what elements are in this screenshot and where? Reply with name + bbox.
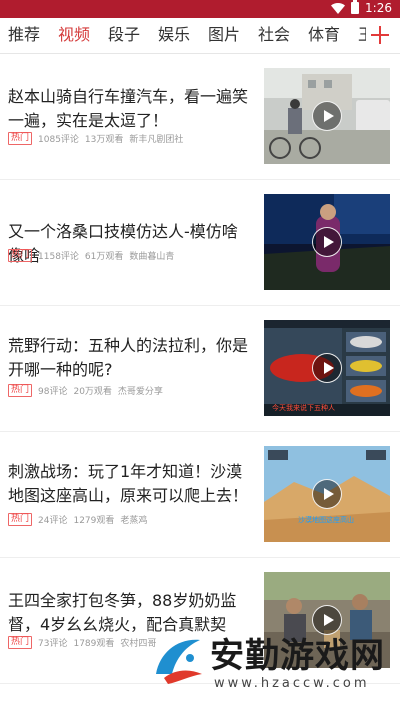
battery-icon bbox=[351, 0, 360, 14]
channel-tabs: 推荐 视频 段子 娱乐 图片 社会 体育 王 bbox=[0, 18, 366, 54]
watermark-url: www.hzaccw.com bbox=[214, 676, 370, 691]
thumb-caption: 沙漠地图这座高山 bbox=[298, 515, 354, 524]
tab-entertainment[interactable]: 娱乐 bbox=[158, 25, 190, 45]
view-count: 1789观看 bbox=[73, 638, 115, 649]
feed-item-meta: 热门 73评论 1789观看 农村四哥 bbox=[8, 635, 156, 649]
watermark-brand: 安勤游戏网 bbox=[210, 636, 385, 676]
feed-item-title[interactable]: 荒野行动：五种人的法拉利，你是开哪一种的呢? bbox=[8, 334, 253, 382]
source-name[interactable]: 老蒸鸡 bbox=[120, 513, 147, 526]
tab-pictures[interactable]: 图片 bbox=[208, 25, 240, 45]
video-thumbnail[interactable] bbox=[264, 68, 390, 164]
hot-badge: 热门 bbox=[8, 635, 33, 649]
feed-item-meta: 热门 1085评论 13万观看 新丰凡剧团社 bbox=[8, 131, 183, 145]
video-thumbnail[interactable] bbox=[264, 194, 390, 290]
feed-item[interactable]: 荒野行动：五种人的法拉利，你是开哪一种的呢? 热门 98评论 20万观看 杰哥爱… bbox=[0, 307, 400, 432]
tab-sports[interactable]: 体育 bbox=[308, 25, 340, 45]
comment-count: 73评论 bbox=[38, 638, 68, 649]
play-icon[interactable] bbox=[312, 227, 342, 257]
wifi-icon bbox=[331, 2, 346, 14]
feed-item-title[interactable]: 赵本山骑自行车撞汽车，看一遍笑一遍，实在是太逗了！ bbox=[8, 85, 253, 133]
hot-badge: 热门 bbox=[8, 512, 33, 526]
comment-count: 98评论 bbox=[38, 386, 68, 397]
site-watermark: 安勤游戏网 www.hzaccw.com bbox=[150, 626, 400, 710]
tab-recommend[interactable]: 推荐 bbox=[8, 25, 40, 45]
thumb-caption: 今天我来说下五种人 bbox=[272, 403, 335, 412]
source-name[interactable]: 杰哥爱分享 bbox=[118, 384, 163, 397]
hot-badge: 热门 bbox=[8, 131, 33, 145]
video-thumbnail[interactable]: 今天我来说下五种人 bbox=[264, 320, 390, 416]
play-icon[interactable] bbox=[312, 101, 342, 131]
view-count: 20万观看 bbox=[73, 386, 112, 397]
feed-item[interactable]: 赵本山骑自行车撞汽车，看一遍笑一遍，实在是太逗了！ 热门 1085评论 13万观… bbox=[0, 55, 400, 180]
play-icon[interactable] bbox=[312, 479, 342, 509]
feed-item[interactable]: 又一个洛桑口技模仿达人-模仿啥像啥 热门 1158评论 61万观看 数曲暮山青 bbox=[0, 181, 400, 306]
watermark-logo bbox=[156, 639, 202, 684]
plus-icon[interactable] bbox=[368, 22, 392, 48]
tab-society[interactable]: 社会 bbox=[258, 25, 290, 45]
status-time: 1:26 bbox=[365, 1, 392, 15]
status-bar: 1:26 bbox=[0, 0, 400, 18]
comment-count: 1158评论 bbox=[38, 251, 79, 262]
hot-badge: 热门 bbox=[8, 248, 33, 262]
feed-item-meta: 热门 98评论 20万观看 杰哥爱分享 bbox=[8, 383, 163, 397]
status-bar-right: 1:26 bbox=[331, 0, 392, 15]
tab-video[interactable]: 视频 bbox=[58, 25, 90, 45]
play-icon[interactable] bbox=[312, 353, 342, 383]
view-count: 61万观看 bbox=[84, 251, 124, 262]
hot-badge: 热门 bbox=[8, 383, 33, 397]
source-name[interactable]: 数曲暮山青 bbox=[129, 249, 174, 262]
video-thumbnail[interactable]: 沙漠地图这座高山 bbox=[264, 446, 390, 542]
source-name[interactable]: 新丰凡剧团社 bbox=[129, 132, 183, 145]
channel-tab-bar: 推荐 视频 段子 娱乐 图片 社会 体育 王 bbox=[0, 18, 400, 54]
view-count: 13万观看 bbox=[84, 134, 124, 145]
view-count: 1279观看 bbox=[73, 515, 115, 526]
feed-item-title[interactable]: 刺激战场：玩了1年才知道！沙漠地图这座高山，原来可以爬上去！ bbox=[8, 460, 253, 508]
tab-more[interactable]: 王 bbox=[358, 25, 366, 45]
tab-jokes[interactable]: 段子 bbox=[108, 25, 140, 45]
feed-item-meta: 热门 1158评论 61万观看 数曲暮山青 bbox=[8, 248, 174, 262]
feed-item[interactable]: 刺激战场：玩了1年才知道！沙漠地图这座高山，原来可以爬上去！ 热门 24评论 1… bbox=[0, 433, 400, 558]
comment-count: 24评论 bbox=[38, 515, 68, 526]
comment-count: 1085评论 bbox=[38, 134, 79, 145]
feed-item-meta: 热门 24评论 1279观看 老蒸鸡 bbox=[8, 512, 147, 526]
